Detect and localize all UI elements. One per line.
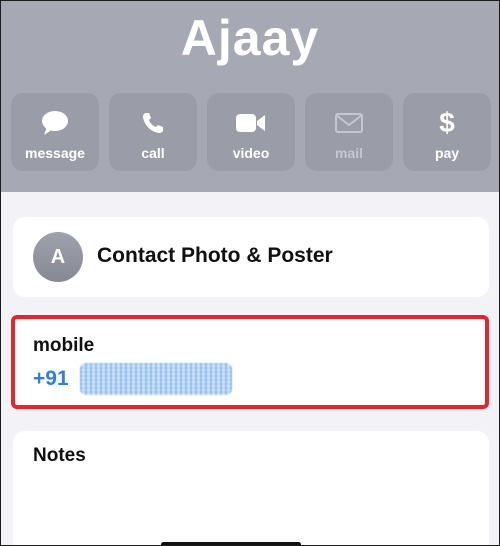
redacted-number-blur	[80, 363, 232, 395]
video-label: video	[232, 145, 270, 161]
phone-icon	[141, 109, 165, 137]
pay-label: pay	[434, 145, 460, 161]
contact-header: Ajaay message call video mail $ pay	[1, 1, 499, 192]
message-bubble-icon	[41, 109, 69, 137]
pay-button[interactable]: $ pay	[403, 93, 491, 171]
video-camera-icon	[236, 109, 266, 137]
video-button[interactable]: video	[207, 93, 295, 171]
home-indicator	[161, 542, 301, 545]
quick-actions: message call video mail $ pay	[11, 93, 499, 173]
call-label: call	[141, 145, 165, 161]
notes-label: Notes	[33, 445, 86, 466]
mobile-label: mobile	[33, 335, 95, 356]
message-button[interactable]: message	[11, 93, 99, 171]
mail-button[interactable]: mail	[305, 93, 393, 171]
message-label: message	[25, 145, 85, 161]
contact-name: Ajaay	[180, 10, 320, 66]
mobile-number-row[interactable]: mobile +91	[13, 319, 489, 405]
contact-photo-poster-label: Contact Photo & Poster	[97, 244, 333, 267]
call-button[interactable]: call	[109, 93, 197, 171]
mail-label: mail	[334, 145, 363, 161]
envelope-icon	[335, 109, 363, 137]
avatar: A	[33, 232, 83, 282]
contact-screen: Ajaay message call video mail $ pay A Co…	[0, 0, 500, 546]
dollar-icon: $	[439, 107, 455, 138]
mobile-number[interactable]: +91	[33, 367, 69, 391]
contact-photo-poster-row[interactable]: A Contact Photo & Poster	[13, 217, 489, 297]
notes-section[interactable]: Notes	[13, 431, 489, 545]
